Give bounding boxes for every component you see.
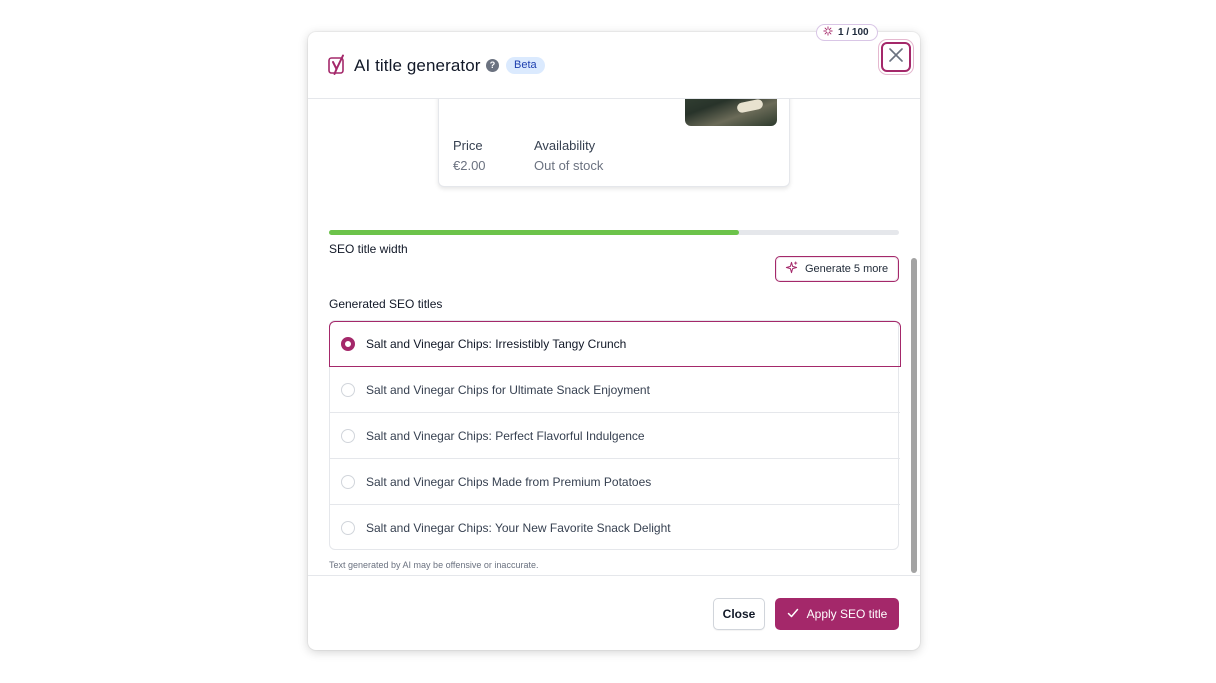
radio-button[interactable]: [341, 428, 355, 443]
seo-title-width-bar: [329, 230, 899, 235]
title-option-text: Salt and Vinegar Chips: Your New Favorit…: [366, 521, 671, 535]
close-icon: [888, 47, 904, 68]
title-option[interactable]: Salt and Vinegar Chips: Irresistibly Tan…: [329, 321, 901, 367]
scrollbar-thumb[interactable]: [911, 258, 917, 573]
availability-label: Availability: [534, 138, 596, 153]
close-button[interactable]: Close: [713, 598, 765, 630]
close-modal-button[interactable]: [881, 42, 911, 72]
apply-label: Apply SEO title: [806, 607, 888, 621]
seo-title-width-fill: [329, 230, 740, 235]
help-icon[interactable]: ?: [486, 59, 499, 72]
title-option[interactable]: Salt and Vinegar Chips: Your New Favorit…: [330, 505, 900, 551]
sparkle-icon: [823, 26, 833, 39]
ai-disclaimer: Text generated by AI may be offensive or…: [329, 560, 539, 570]
ai-title-generator-modal: AI title generator ? Beta Price €2.00 Av…: [308, 32, 920, 650]
availability-value: Out of stock: [534, 158, 604, 173]
title-option[interactable]: Salt and Vinegar Chips Made from Premium…: [330, 459, 900, 505]
modal-title: AI title generator: [354, 56, 481, 75]
yoast-logo-icon: [328, 54, 348, 76]
title-option-text: Salt and Vinegar Chips: Irresistibly Tan…: [366, 337, 627, 351]
product-preview-card: Price €2.00 Availability Out of stock: [438, 99, 790, 187]
title-option-text: Salt and Vinegar Chips: Perfect Flavorfu…: [366, 428, 645, 443]
price-value: €2.00: [453, 158, 486, 173]
title-option[interactable]: Salt and Vinegar Chips: Perfect Flavorfu…: [330, 413, 900, 459]
generated-titles-list: Salt and Vinegar Chips: Irresistibly Tan…: [329, 320, 901, 551]
modal-footer: Close Apply SEO title: [308, 575, 920, 650]
generated-titles-label: Generated SEO titles: [329, 297, 443, 311]
seo-title-width-label: SEO title width: [329, 242, 408, 256]
checkmark-icon: [787, 607, 799, 622]
apply-seo-title-button[interactable]: Apply SEO title: [775, 598, 899, 630]
product-image: [685, 99, 777, 126]
price-label: Price: [453, 138, 483, 153]
usage-counter-badge: 1 / 100: [816, 24, 878, 41]
title-option[interactable]: Salt and Vinegar Chips for Ultimate Snac…: [330, 367, 900, 413]
title-option-text: Salt and Vinegar Chips for Ultimate Snac…: [366, 382, 650, 397]
generate-more-label: Generate 5 more: [805, 263, 889, 275]
beta-badge: Beta: [506, 57, 545, 74]
generate-more-button[interactable]: Generate 5 more: [775, 256, 899, 282]
radio-button[interactable]: [341, 337, 355, 351]
title-option-text: Salt and Vinegar Chips Made from Premium…: [366, 474, 652, 489]
modal-body[interactable]: Price €2.00 Availability Out of stock SE…: [308, 99, 920, 575]
radio-button[interactable]: [341, 474, 355, 489]
radio-button[interactable]: [341, 382, 355, 397]
radio-button[interactable]: [341, 521, 355, 535]
usage-count: 1 / 100: [838, 27, 869, 38]
sparkle-icon: [785, 261, 798, 277]
modal-header: AI title generator ? Beta: [308, 32, 920, 99]
